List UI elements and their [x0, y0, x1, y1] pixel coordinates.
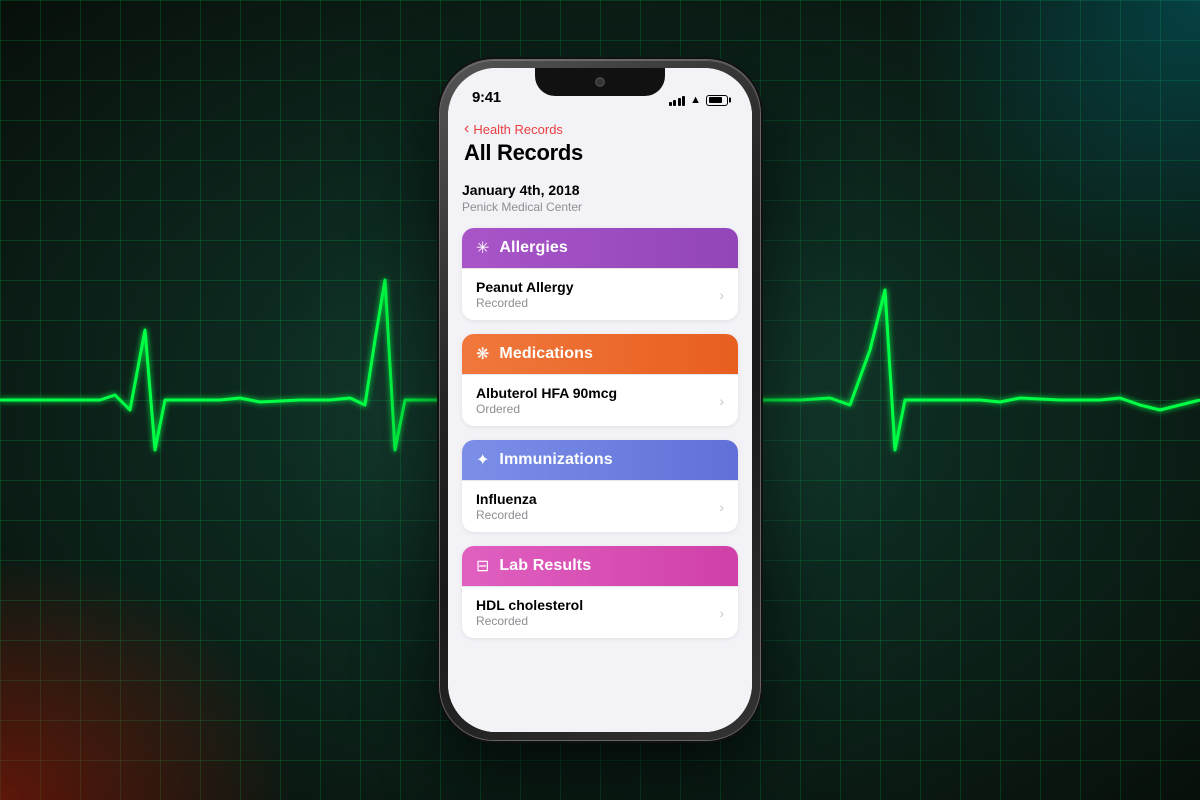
category-label-immunizations: Immunizations [499, 451, 612, 469]
red-glow [0, 550, 300, 800]
item-name-immunizations-0: Influenza [476, 491, 537, 507]
signal-icon [669, 94, 686, 106]
status-time: 9:41 [472, 89, 501, 106]
phone-device: 9:41 ▲ [440, 60, 760, 740]
back-button[interactable]: ‹ Health Records [464, 120, 736, 138]
medications-icon: ❋ [476, 344, 489, 364]
chevron-right-icon: › [719, 287, 724, 303]
category-label-allergies: Allergies [499, 239, 568, 257]
immunizations-icon: ✦ [476, 450, 489, 470]
item-name-allergies-0: Peanut Allergy [476, 279, 574, 295]
phone-body: 9:41 ▲ [440, 60, 760, 740]
record-date: January 4th, 2018 [462, 182, 738, 198]
category-header-allergies[interactable]: ✳ Allergies [462, 228, 738, 268]
wifi-icon: ▲ [690, 94, 701, 106]
list-item[interactable]: InfluenzaRecorded › [462, 480, 738, 532]
list-item[interactable]: HDL cholesterolRecorded › [462, 586, 738, 638]
chevron-right-icon: › [719, 393, 724, 409]
item-status-immunizations-0: Recorded [476, 508, 537, 522]
phone-screen: 9:41 ▲ [448, 68, 752, 732]
category-header-immunizations[interactable]: ✦ Immunizations [462, 440, 738, 480]
battery-icon [706, 95, 728, 106]
allergies-icon: ✳ [476, 238, 489, 258]
category-section-immunizations: ✦ Immunizations InfluenzaRecorded › [462, 440, 738, 532]
status-icons: ▲ [669, 94, 728, 106]
item-info-lab-results-0: HDL cholesterolRecorded [476, 597, 583, 628]
item-status-allergies-0: Recorded [476, 296, 574, 310]
category-header-lab-results[interactable]: ⊟ Lab Results [462, 546, 738, 586]
main-content: January 4th, 2018 Penick Medical Center … [448, 170, 752, 664]
page-title: All Records [464, 140, 736, 166]
nav-bar: ‹ Health Records All Records [448, 112, 752, 170]
notch [535, 68, 665, 96]
item-name-lab-results-0: HDL cholesterol [476, 597, 583, 613]
item-info-allergies-0: Peanut AllergyRecorded [476, 279, 574, 310]
chevron-right-icon: › [719, 605, 724, 621]
category-section-medications: ❋ Medications Albuterol HFA 90mcgOrdered › [462, 334, 738, 426]
item-status-lab-results-0: Recorded [476, 614, 583, 628]
screen-content[interactable]: ‹ Health Records All Records January 4th… [448, 112, 752, 732]
lab-results-icon: ⊟ [476, 556, 489, 576]
item-info-medications-0: Albuterol HFA 90mcgOrdered [476, 385, 617, 416]
camera [595, 77, 605, 87]
category-label-lab-results: Lab Results [499, 557, 591, 575]
back-label: Health Records [473, 122, 563, 137]
item-status-medications-0: Ordered [476, 402, 617, 416]
list-item[interactable]: Albuterol HFA 90mcgOrdered › [462, 374, 738, 426]
list-item[interactable]: Peanut AllergyRecorded › [462, 268, 738, 320]
record-facility: Penick Medical Center [462, 200, 738, 214]
back-chevron-icon: ‹ [464, 120, 469, 138]
item-info-immunizations-0: InfluenzaRecorded [476, 491, 537, 522]
category-label-medications: Medications [499, 345, 593, 363]
category-header-medications[interactable]: ❋ Medications [462, 334, 738, 374]
chevron-right-icon: › [719, 499, 724, 515]
category-section-lab-results: ⊟ Lab Results HDL cholesterolRecorded › [462, 546, 738, 638]
categories-list: ✳AllergiesPeanut AllergyRecorded›❋Medica… [462, 228, 738, 638]
category-section-allergies: ✳ Allergies Peanut AllergyRecorded › [462, 228, 738, 320]
item-name-medications-0: Albuterol HFA 90mcg [476, 385, 617, 401]
